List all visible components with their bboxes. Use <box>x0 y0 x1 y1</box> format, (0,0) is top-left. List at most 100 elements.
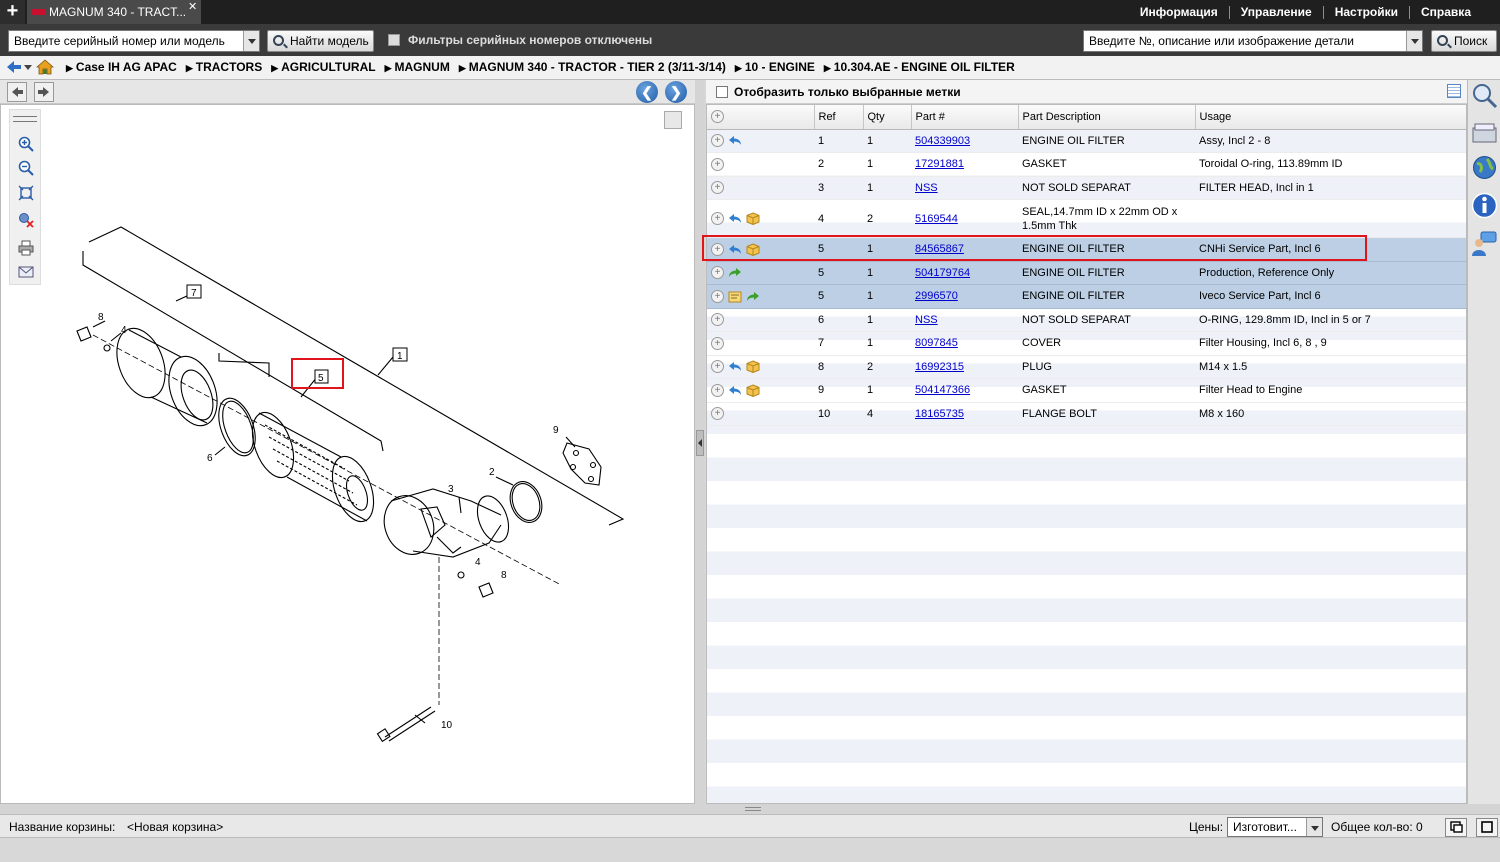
horizontal-splitter[interactable] <box>0 804 1500 814</box>
callout-1[interactable]: 1 <box>397 351 403 362</box>
clear-selection-icon[interactable] <box>18 212 34 228</box>
part-number-link[interactable]: 17291881 <box>915 158 964 170</box>
menu-manage[interactable]: Управление <box>1228 5 1323 19</box>
serial-filter-checkbox[interactable] <box>388 34 400 46</box>
basket-name[interactable]: <Новая корзина> <box>127 820 223 834</box>
column-header-part[interactable]: Part # <box>911 105 1019 130</box>
replacement-arrow-icon[interactable] <box>746 291 760 302</box>
chevron-down-icon[interactable] <box>1306 818 1322 836</box>
breadcrumb-item[interactable]: Case IH AG APAC <box>66 60 177 74</box>
part-number-link[interactable]: 5169544 <box>915 213 958 225</box>
chevron-down-icon[interactable] <box>243 31 259 51</box>
maximize-window-button[interactable] <box>1476 818 1498 837</box>
restore-window-button[interactable] <box>1445 818 1467 837</box>
interchange-arrow-icon[interactable] <box>728 385 742 396</box>
interchange-arrow-icon[interactable] <box>728 213 742 224</box>
breadcrumb-item[interactable]: 10.304.AE - ENGINE OIL FILTER <box>824 60 1015 74</box>
add-icon[interactable]: + <box>711 336 724 350</box>
part-number-link[interactable]: 504339903 <box>915 135 970 147</box>
add-icon[interactable]: + <box>711 313 724 327</box>
part-number-link[interactable]: 504179764 <box>915 267 970 279</box>
table-row[interactable]: +4 2 5169544 SEAL,14.7mm ID x 22mm OD x 1.5… <box>707 199 1466 238</box>
table-row[interactable]: +2 1 17291881 GASKET Toroidal O-ring, 113.89… <box>707 152 1466 177</box>
search-icon[interactable] <box>1471 82 1498 109</box>
add-icon[interactable]: + <box>711 157 724 171</box>
previous-diagram-button[interactable]: ❮ <box>636 81 658 103</box>
home-icon[interactable] <box>36 58 54 76</box>
next-diagram-button[interactable]: ❯ <box>665 81 687 103</box>
list-view-icon[interactable] <box>1447 84 1461 98</box>
zoom-out-icon[interactable] <box>18 160 34 176</box>
callout-5[interactable]: 5 <box>318 373 324 384</box>
menu-info[interactable]: Информация <box>1129 5 1229 19</box>
close-tab-icon[interactable]: ✕ <box>188 1 197 13</box>
breadcrumb-item[interactable]: 10 - ENGINE <box>735 60 815 74</box>
print-icon[interactable] <box>18 240 34 256</box>
expand-right-button[interactable] <box>34 82 54 102</box>
find-model-button[interactable]: Найти модель <box>267 30 374 52</box>
column-header-qty[interactable]: Qty <box>863 105 912 130</box>
search-button[interactable]: Поиск <box>1431 30 1497 52</box>
table-row[interactable]: +5 1 2996570 ENGINE OIL FILTER Iveco Service… <box>707 284 1466 309</box>
callout-3[interactable]: 3 <box>448 484 454 495</box>
replacement-arrow-icon[interactable] <box>728 267 742 278</box>
fit-to-window-icon[interactable] <box>18 185 34 201</box>
table-row[interactable]: +9 1 504147366 GASKET Filter Head to Engine <box>707 378 1466 403</box>
add-icon[interactable]: + <box>711 212 724 225</box>
zoom-in-icon[interactable] <box>18 136 34 152</box>
box-icon[interactable] <box>746 360 760 374</box>
part-number-link[interactable]: 16992315 <box>915 361 964 373</box>
column-header-description[interactable]: Part Description <box>1018 105 1196 130</box>
menu-help[interactable]: Справка <box>1409 5 1482 19</box>
part-number-link[interactable]: 18165735 <box>915 408 964 420</box>
add-icon[interactable]: + <box>711 181 724 195</box>
callout-10[interactable]: 10 <box>441 720 453 731</box>
callout-4[interactable]: 4 <box>121 325 127 336</box>
table-row[interactable]: +6 1 NSS NOT SOLD SEPARAT O-RING, 129.8mm ID… <box>707 308 1466 332</box>
add-icon[interactable]: + <box>711 134 724 148</box>
box-icon[interactable] <box>746 212 760 225</box>
prices-select[interactable]: Изготовит... <box>1227 817 1323 837</box>
table-row[interactable]: +10 4 18165735 FLANGE BOLT M8 x 160 <box>707 402 1466 426</box>
add-icon[interactable]: + <box>711 360 724 374</box>
callout-8[interactable]: 8 <box>501 570 507 581</box>
chevron-down-icon[interactable] <box>24 65 32 71</box>
exploded-diagram[interactable]: 7 1 5 9 2 3 6 8 4 4 8 10 <box>1 105 694 803</box>
chat-support-icon[interactable] <box>1471 230 1498 257</box>
table-row[interactable]: +3 1 NSS NOT SOLD SEPARAT FILTER HEAD, Incl … <box>707 176 1466 200</box>
note-icon[interactable] <box>728 290 742 303</box>
callout-2[interactable]: 2 <box>489 467 495 478</box>
menu-settings[interactable]: Настройки <box>1322 5 1409 19</box>
part-search-input[interactable]: Введите №, описание или изображение дета… <box>1083 30 1423 52</box>
callout-6[interactable]: 6 <box>207 453 213 464</box>
collapse-left-button[interactable] <box>7 82 27 102</box>
splitter-grip-icon[interactable] <box>745 807 761 811</box>
part-number-link[interactable]: 8097845 <box>915 337 958 349</box>
tab-magnum-340[interactable]: MAGNUM 340 - TRACT... <box>27 0 201 24</box>
add-icon[interactable]: + <box>711 289 724 303</box>
catalog-icon[interactable] <box>1471 120 1498 147</box>
part-number-link[interactable]: 504147366 <box>915 384 970 396</box>
globe-icon[interactable] <box>1471 154 1498 181</box>
select-all-header[interactable]: + <box>707 105 815 130</box>
table-row[interactable]: +1 1 504339903 ENGINE OIL FILTER Assy, Incl … <box>707 129 1466 153</box>
show-selected-checkbox[interactable] <box>716 86 728 98</box>
breadcrumb-item[interactable]: AGRICULTURAL <box>271 60 375 74</box>
part-number-link[interactable]: NSS <box>915 314 938 326</box>
interchange-arrow-icon[interactable] <box>728 135 742 146</box>
interchange-arrow-icon[interactable] <box>728 361 742 372</box>
breadcrumb-item[interactable]: TRACTORS <box>186 60 262 74</box>
breadcrumb-item[interactable]: MAGNUM <box>385 60 450 74</box>
back-arrow-icon[interactable] <box>6 60 22 74</box>
vertical-splitter[interactable] <box>695 80 705 804</box>
part-number-link[interactable]: NSS <box>915 182 938 194</box>
add-icon[interactable]: + <box>711 266 724 280</box>
table-row[interactable]: +8 2 16992315 PLUG M14 x 1.5 <box>707 355 1466 379</box>
breadcrumb-item[interactable]: MAGNUM 340 - TRACTOR - TIER 2 (3/11-3/14… <box>459 60 726 74</box>
new-tab-button[interactable]: + <box>0 0 25 24</box>
email-icon[interactable] <box>18 264 34 280</box>
chevron-down-icon[interactable] <box>1406 31 1422 51</box>
toolbar-grip-icon[interactable] <box>13 116 37 122</box>
callout-8[interactable]: 8 <box>98 312 104 323</box>
overview-toggle-button[interactable] <box>664 111 682 129</box>
